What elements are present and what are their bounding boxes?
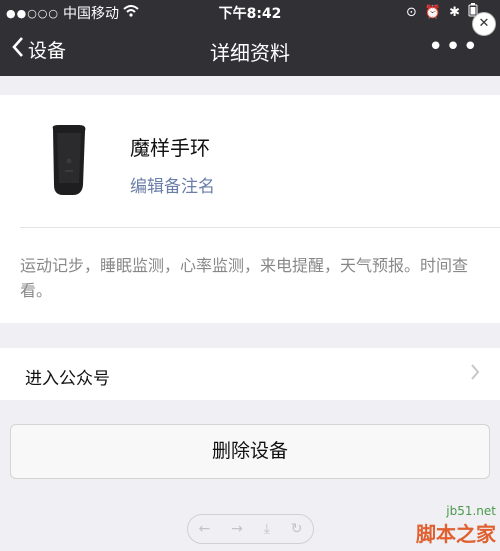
watermark-brand: 脚本之家	[416, 522, 496, 546]
bluetooth-icon: ✱	[449, 4, 460, 20]
page-title: 详细资料	[210, 41, 290, 65]
arrow-right-icon[interactable]: →	[231, 521, 243, 537]
watermark: jb51.net 脚本之家	[416, 504, 496, 547]
device-description: 运动记步，睡眠监测，心率监测，来电提醒，天气预报。时间查看。	[20, 256, 469, 300]
arrow-left-icon[interactable]: ←	[198, 521, 210, 537]
close-icon[interactable]: ✕	[472, 12, 496, 36]
fitness-band-image	[52, 125, 86, 195]
download-icon[interactable]: ⤓	[264, 521, 270, 537]
browser-toolbar: ← → ⤓ ↻	[187, 514, 314, 544]
refresh-icon[interactable]: ↻	[291, 521, 303, 537]
device-name: 魔样手环	[130, 136, 210, 160]
alarm-icon: ⏰	[424, 4, 442, 20]
navigation-bar: 设备 详细资料 •••	[0, 24, 500, 76]
divider	[20, 227, 500, 228]
status-bar: ●●○○○ 中国移动 下午8:42 ⊙ ⏰ ✱	[0, 0, 500, 24]
more-options-button[interactable]: •••	[428, 32, 480, 62]
delete-device-button[interactable]: 删除设备	[10, 424, 490, 479]
enter-official-account-row[interactable]: 进入公众号	[0, 348, 500, 400]
edit-note-link[interactable]: 编辑备注名	[130, 172, 215, 197]
orientation-lock-icon: ⊙	[406, 4, 417, 20]
watermark-site: jb51.net	[446, 504, 496, 518]
enter-official-account-label: 进入公众号	[25, 369, 110, 389]
chevron-right-icon	[470, 362, 480, 387]
